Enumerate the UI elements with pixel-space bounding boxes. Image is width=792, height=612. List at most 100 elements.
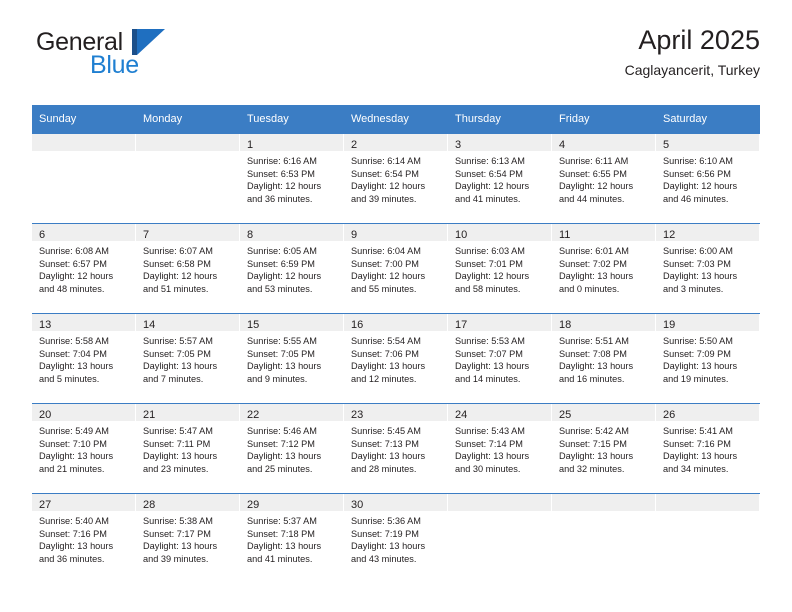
calendar-day-cell[interactable]: 9 Sunrise: 6:04 AM Sunset: 7:00 PM Dayli… — [344, 223, 448, 314]
sunset-text: Sunset: 7:05 PM — [247, 348, 315, 359]
calendar-day-cell[interactable]: 4 Sunrise: 6:11 AM Sunset: 6:55 PM Dayli… — [552, 133, 656, 224]
calendar-day-cell[interactable]: 18 Sunrise: 5:51 AM Sunset: 7:08 PM Dayl… — [552, 313, 656, 404]
daylight-text-line2: and 55 minutes. — [351, 283, 417, 294]
daylight-text-line2: and 58 minutes. — [455, 283, 521, 294]
sunrise-text: Sunrise: 5:47 AM — [143, 426, 213, 436]
calendar-day-cell[interactable]: 16 Sunrise: 5:54 AM Sunset: 7:06 PM Dayl… — [344, 313, 448, 404]
calendar-day-cell[interactable]: 21 Sunrise: 5:47 AM Sunset: 7:11 PM Dayl… — [136, 403, 240, 494]
day-number: 9 — [351, 229, 358, 241]
calendar-day-cell[interactable] — [448, 493, 552, 583]
sunrise-text: Sunrise: 5:54 AM — [351, 336, 421, 346]
day-number: 30 — [351, 499, 364, 511]
daylight-text-line1: Daylight: 13 hours — [39, 451, 114, 462]
sunset-text: Sunset: 7:02 PM — [559, 258, 627, 269]
daylight-text-line2: and 28 minutes. — [351, 463, 417, 474]
calendar-day-cell[interactable]: 23 Sunrise: 5:45 AM Sunset: 7:13 PM Dayl… — [344, 403, 448, 494]
sunrise-text: Sunrise: 6:11 AM — [559, 156, 629, 166]
sunrise-text: Sunrise: 6:13 AM — [455, 156, 525, 166]
sunset-text: Sunset: 7:16 PM — [663, 438, 731, 449]
sunrise-text: Sunrise: 6:03 AM — [455, 246, 525, 256]
page-title: April 2025 — [638, 25, 760, 55]
daylight-text-line2: and 48 minutes. — [39, 283, 105, 294]
sunrise-text: Sunrise: 5:57 AM — [143, 336, 213, 346]
sunset-text: Sunset: 7:08 PM — [559, 348, 627, 359]
daylight-text-line1: Daylight: 13 hours — [143, 541, 218, 552]
daylight-text-line2: and 51 minutes. — [143, 283, 209, 294]
sunrise-text: Sunrise: 6:00 AM — [663, 246, 733, 256]
calendar-day-cell[interactable]: 7 Sunrise: 6:07 AM Sunset: 6:58 PM Dayli… — [136, 223, 240, 314]
daylight-text-line2: and 0 minutes. — [559, 283, 620, 294]
daylight-text-line1: Daylight: 12 hours — [455, 271, 530, 282]
day-number: 1 — [247, 139, 254, 151]
calendar-week-row: 13 Sunrise: 5:58 AM Sunset: 7:04 PM Dayl… — [32, 313, 760, 404]
sunrise-text: Sunrise: 5:38 AM — [143, 516, 213, 526]
daylight-text-line1: Daylight: 13 hours — [559, 271, 634, 282]
calendar-day-cell[interactable]: 20 Sunrise: 5:49 AM Sunset: 7:10 PM Dayl… — [32, 403, 136, 494]
day-number: 22 — [247, 409, 260, 421]
sunset-text: Sunset: 6:58 PM — [143, 258, 211, 269]
calendar-day-cell[interactable]: 1 Sunrise: 6:16 AM Sunset: 6:53 PM Dayli… — [240, 133, 344, 224]
weekday-header-tuesday: Tuesday — [240, 105, 344, 134]
calendar-day-cell[interactable]: 2 Sunrise: 6:14 AM Sunset: 6:54 PM Dayli… — [344, 133, 448, 224]
day-number: 8 — [247, 229, 254, 241]
sunrise-text: Sunrise: 6:07 AM — [143, 246, 213, 256]
daylight-text-line2: and 43 minutes. — [351, 553, 417, 564]
day-number: 28 — [143, 499, 156, 511]
daylight-text-line1: Daylight: 12 hours — [39, 271, 114, 282]
calendar-day-cell[interactable]: 22 Sunrise: 5:46 AM Sunset: 7:12 PM Dayl… — [240, 403, 344, 494]
calendar-day-cell[interactable]: 14 Sunrise: 5:57 AM Sunset: 7:05 PM Dayl… — [136, 313, 240, 404]
daylight-text-line2: and 12 minutes. — [351, 373, 417, 384]
daylight-text-line1: Daylight: 13 hours — [351, 451, 426, 462]
daylight-text-line2: and 41 minutes. — [247, 553, 313, 564]
daylight-text-line1: Daylight: 13 hours — [39, 541, 114, 552]
calendar-day-cell[interactable]: 11 Sunrise: 6:01 AM Sunset: 7:02 PM Dayl… — [552, 223, 656, 314]
day-number: 29 — [247, 499, 260, 511]
sunrise-text: Sunrise: 5:58 AM — [39, 336, 109, 346]
sunrise-text: Sunrise: 5:46 AM — [247, 426, 317, 436]
calendar-day-cell[interactable]: 26 Sunrise: 5:41 AM Sunset: 7:16 PM Dayl… — [656, 403, 760, 494]
calendar-day-cell[interactable]: 25 Sunrise: 5:42 AM Sunset: 7:15 PM Dayl… — [552, 403, 656, 494]
calendar-day-cell[interactable] — [136, 133, 240, 224]
daylight-text-line1: Daylight: 13 hours — [455, 361, 530, 372]
daylight-text-line1: Daylight: 13 hours — [663, 361, 738, 372]
calendar-day-cell[interactable]: 19 Sunrise: 5:50 AM Sunset: 7:09 PM Dayl… — [656, 313, 760, 404]
calendar-day-cell[interactable]: 24 Sunrise: 5:43 AM Sunset: 7:14 PM Dayl… — [448, 403, 552, 494]
day-number: 2 — [351, 139, 358, 151]
daylight-text-line1: Daylight: 12 hours — [351, 271, 426, 282]
daylight-text-line1: Daylight: 12 hours — [455, 181, 530, 192]
daylight-text-line2: and 25 minutes. — [247, 463, 313, 474]
weekday-header-wednesday: Wednesday — [344, 105, 448, 134]
day-number: 27 — [39, 499, 52, 511]
calendar-day-cell[interactable] — [656, 493, 760, 583]
sunset-text: Sunset: 6:57 PM — [39, 258, 107, 269]
calendar-day-cell[interactable]: 17 Sunrise: 5:53 AM Sunset: 7:07 PM Dayl… — [448, 313, 552, 404]
calendar-day-cell[interactable]: 27 Sunrise: 5:40 AM Sunset: 7:16 PM Dayl… — [32, 493, 136, 583]
calendar-day-cell[interactable] — [32, 133, 136, 224]
sunset-text: Sunset: 6:56 PM — [663, 168, 731, 179]
day-number: 20 — [39, 409, 52, 421]
calendar-day-cell[interactable]: 13 Sunrise: 5:58 AM Sunset: 7:04 PM Dayl… — [32, 313, 136, 404]
sunrise-text: Sunrise: 6:08 AM — [39, 246, 109, 256]
brand-logo[interactable]: General Blue — [32, 26, 232, 86]
page-subtitle-location: Caglayancerit, Turkey — [624, 62, 760, 79]
calendar-day-cell[interactable]: 8 Sunrise: 6:05 AM Sunset: 6:59 PM Dayli… — [240, 223, 344, 314]
calendar-day-cell[interactable]: 10 Sunrise: 6:03 AM Sunset: 7:01 PM Dayl… — [448, 223, 552, 314]
page-header: General Blue April 2025 Caglayancerit, T… — [32, 26, 760, 98]
calendar-day-cell[interactable]: 30 Sunrise: 5:36 AM Sunset: 7:19 PM Dayl… — [344, 493, 448, 583]
calendar-day-cell[interactable] — [552, 493, 656, 583]
calendar-day-cell[interactable]: 3 Sunrise: 6:13 AM Sunset: 6:54 PM Dayli… — [448, 133, 552, 224]
calendar-day-cell[interactable]: 28 Sunrise: 5:38 AM Sunset: 7:17 PM Dayl… — [136, 493, 240, 583]
daylight-text-line1: Daylight: 12 hours — [247, 181, 322, 192]
calendar-day-cell[interactable]: 15 Sunrise: 5:55 AM Sunset: 7:05 PM Dayl… — [240, 313, 344, 404]
daylight-text-line1: Daylight: 12 hours — [351, 181, 426, 192]
daylight-text-line1: Daylight: 13 hours — [143, 361, 218, 372]
daylight-text-line2: and 19 minutes. — [663, 373, 729, 384]
calendar-day-cell[interactable]: 5 Sunrise: 6:10 AM Sunset: 6:56 PM Dayli… — [656, 133, 760, 224]
daylight-text-line1: Daylight: 13 hours — [455, 451, 530, 462]
day-number: 23 — [351, 409, 364, 421]
daylight-text-line1: Daylight: 13 hours — [663, 451, 738, 462]
calendar-day-cell[interactable]: 12 Sunrise: 6:00 AM Sunset: 7:03 PM Dayl… — [656, 223, 760, 314]
daylight-text-line1: Daylight: 13 hours — [351, 541, 426, 552]
calendar-day-cell[interactable]: 6 Sunrise: 6:08 AM Sunset: 6:57 PM Dayli… — [32, 223, 136, 314]
calendar-day-cell[interactable]: 29 Sunrise: 5:37 AM Sunset: 7:18 PM Dayl… — [240, 493, 344, 583]
